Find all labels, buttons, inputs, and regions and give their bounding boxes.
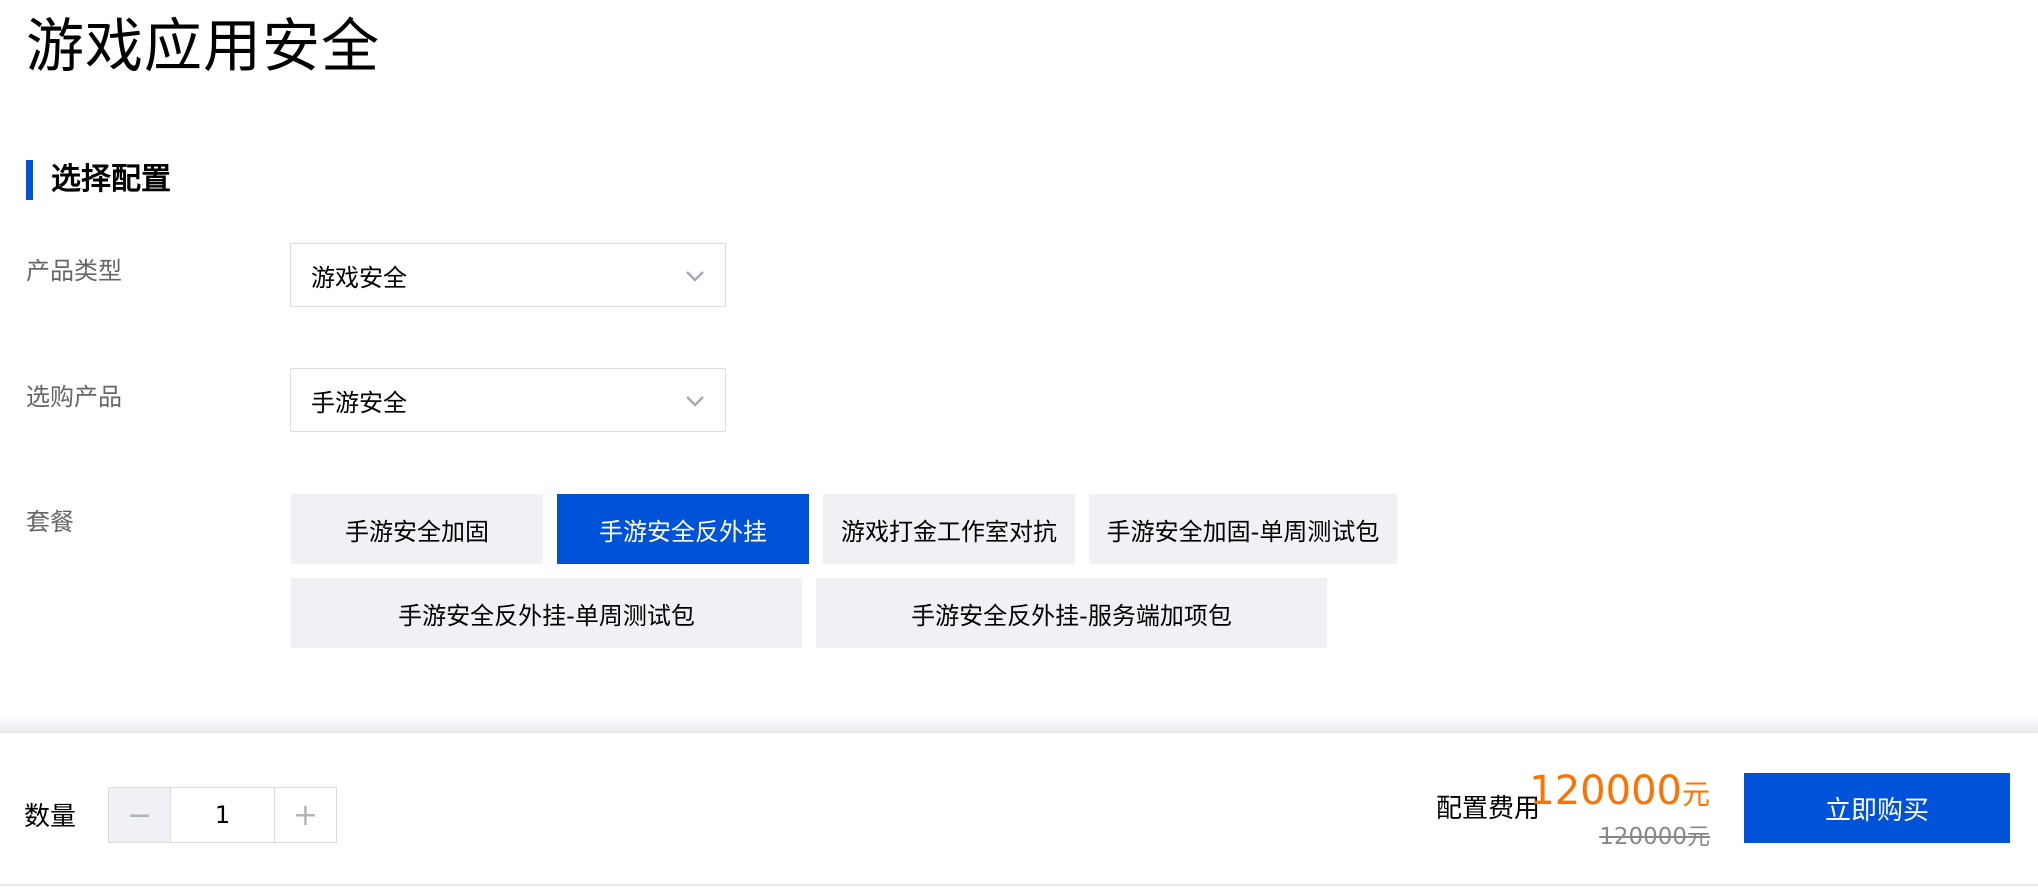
- section-title: 选择配置: [51, 162, 171, 197]
- price-amount: 120000: [1529, 768, 1682, 814]
- original-price: 120000元: [1599, 824, 1710, 850]
- price-unit: 元: [1681, 778, 1710, 811]
- section-header: 选择配置: [26, 160, 171, 200]
- plan-option[interactable]: 手游安全反外挂-单周测试包: [291, 578, 802, 648]
- fee-label: 配置费用: [1436, 794, 1541, 824]
- plan-option[interactable]: 手游安全加固: [291, 494, 543, 564]
- footer-shadow: [0, 716, 2038, 732]
- section-accent-bar: [26, 160, 33, 200]
- plan-option[interactable]: 手游安全反外挂-服务端加项包: [816, 578, 1327, 648]
- product-value: 手游安全: [311, 388, 407, 417]
- product-select[interactable]: 手游安全: [290, 368, 726, 432]
- quantity-label: 数量: [24, 802, 77, 832]
- product-type-label: 产品类型: [26, 257, 122, 285]
- footer-divider: [0, 884, 2038, 886]
- plan-option[interactable]: 手游安全加固-单周测试包: [1089, 494, 1397, 564]
- quantity-input[interactable]: [171, 788, 274, 842]
- quantity-stepper: − +: [108, 787, 337, 843]
- decrement-button[interactable]: −: [109, 788, 171, 842]
- plan-option-selected[interactable]: 手游安全反外挂: [557, 494, 809, 564]
- plan-option[interactable]: 游戏打金工作室对抗: [823, 494, 1075, 564]
- increment-button[interactable]: +: [274, 788, 336, 842]
- buy-now-button[interactable]: 立即购买: [1744, 773, 2010, 843]
- plan-label: 套餐: [26, 508, 74, 536]
- chevron-down-icon: [686, 271, 704, 282]
- current-price: 120000元: [1529, 766, 1710, 820]
- chevron-down-icon: [686, 396, 704, 407]
- product-type-select[interactable]: 游戏安全: [290, 243, 726, 307]
- product-label: 选购产品: [26, 383, 122, 411]
- product-type-value: 游戏安全: [311, 263, 407, 292]
- page-title: 游戏应用安全: [26, 12, 381, 80]
